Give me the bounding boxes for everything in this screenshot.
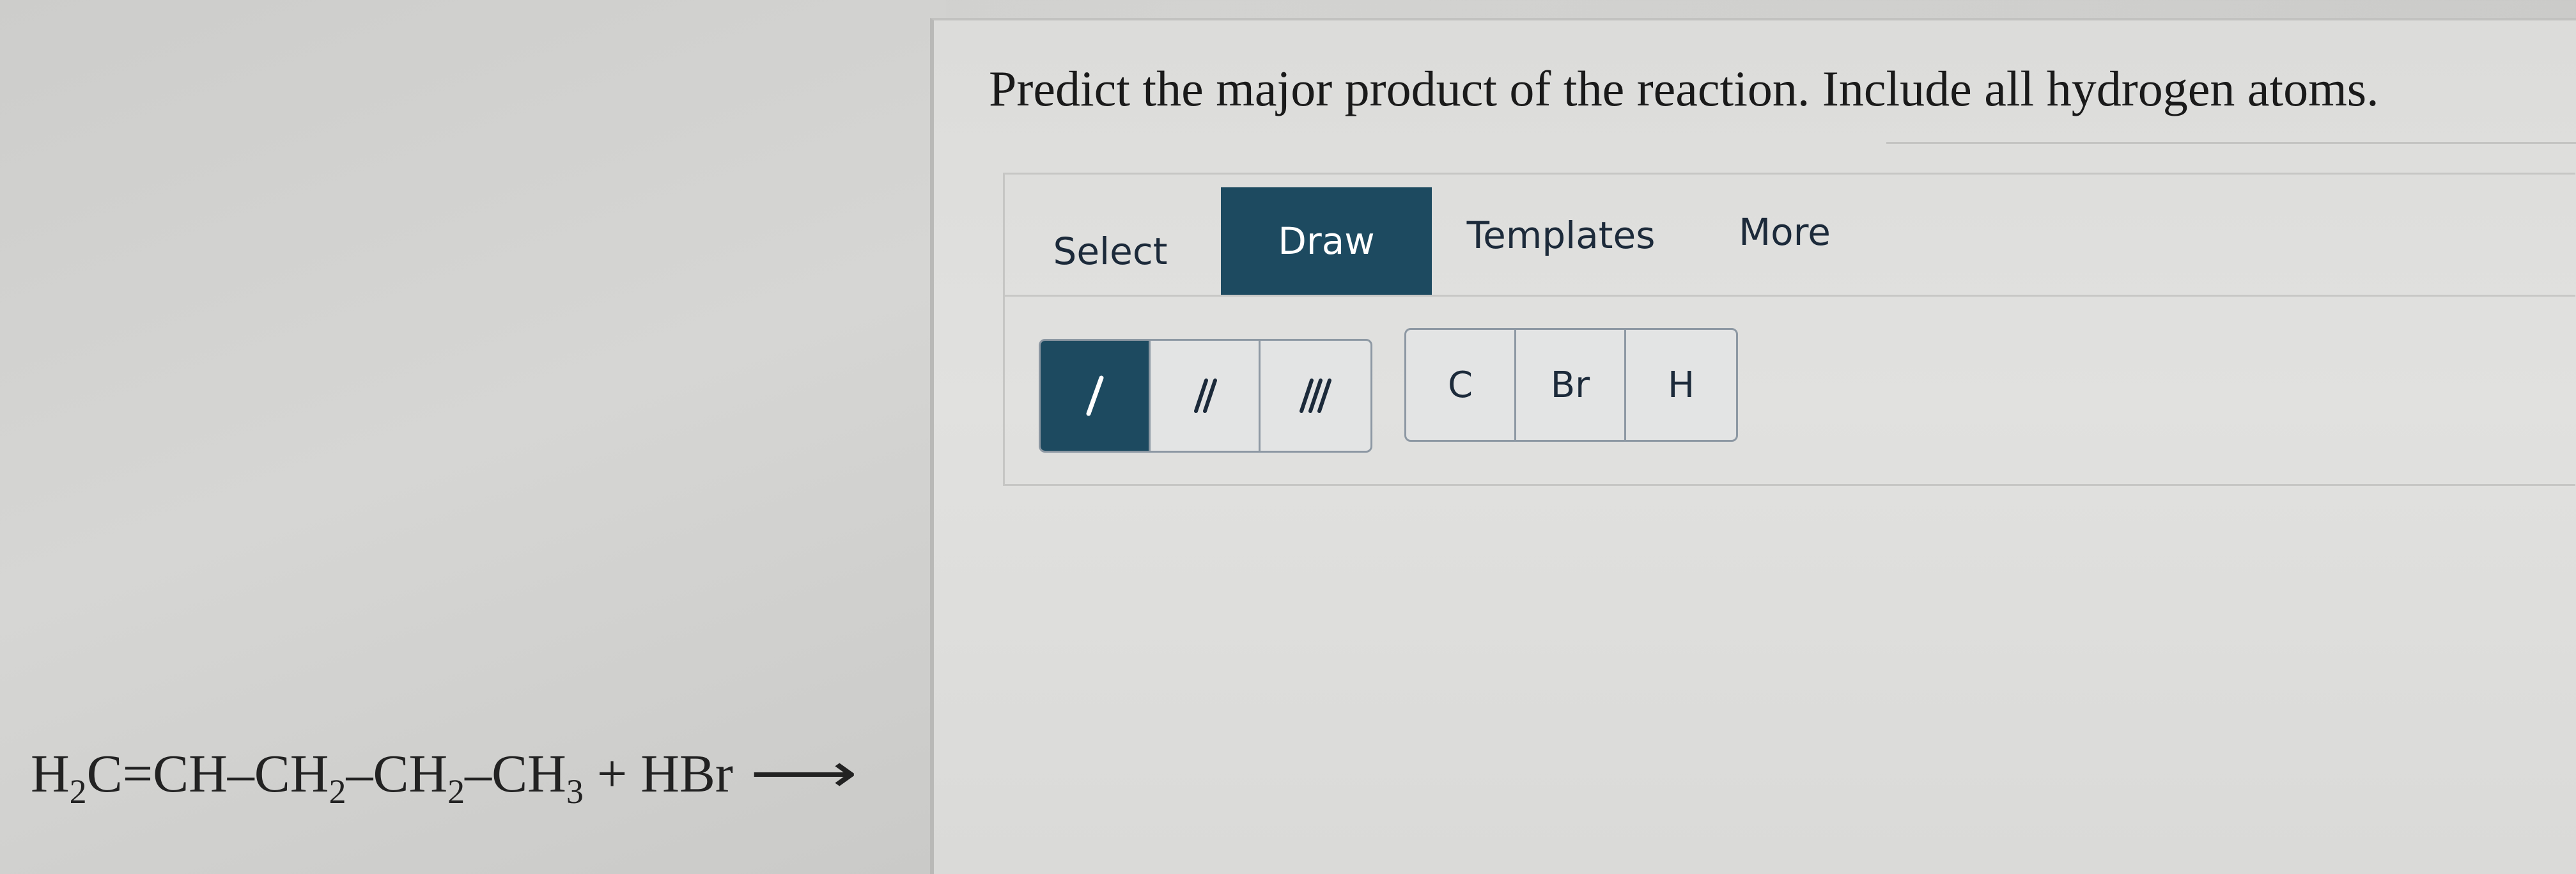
atom-tool-group: C Br H [1404, 328, 1738, 442]
bond-tool-group [1039, 339, 1372, 453]
eq-part-2: –CH [346, 744, 448, 804]
eq-part-1: C=CH–CH [86, 744, 329, 804]
reaction-pane: H2C=CH–CH2–CH2–CH3 + HBr ⟶ [0, 0, 946, 874]
molecule-editor: Select Draw Templates More C Br H [1003, 173, 2575, 486]
eq-part-3: –CH [465, 744, 566, 804]
double-bond-icon [1193, 378, 1217, 413]
tab-draw[interactable]: Draw [1221, 187, 1432, 295]
question-prompt: Predict the major product of the reactio… [989, 61, 2379, 116]
atom-carbon-button[interactable]: C [1406, 330, 1516, 440]
eq-part-4: + HBr [583, 744, 733, 804]
atom-bromine-button[interactable]: Br [1516, 330, 1626, 440]
eq-sub-2a: 2 [69, 772, 87, 811]
eq-sub-2b: 2 [329, 772, 346, 811]
tab-templates[interactable]: Templates [1446, 194, 1676, 277]
eq-sub-3: 3 [566, 772, 584, 811]
reaction-equation: H2C=CH–CH2–CH2–CH3 + HBr ⟶ [31, 742, 857, 809]
atom-hydrogen-button[interactable]: H [1626, 330, 1736, 440]
question-divider [1886, 142, 2576, 144]
single-bond-icon [1086, 375, 1103, 416]
eq-sub-2c: 2 [447, 772, 465, 811]
triple-bond-icon [1300, 378, 1331, 413]
reaction-arrow-icon: ⟶ [749, 744, 858, 804]
single-bond-button[interactable] [1041, 341, 1151, 451]
question-panel: Predict the major product of the reactio… [930, 18, 2576, 874]
triple-bond-button[interactable] [1261, 341, 1370, 451]
toolbar-divider [1005, 295, 2575, 297]
double-bond-button[interactable] [1151, 341, 1261, 451]
eq-h: H [31, 744, 70, 804]
tab-more[interactable]: More [1714, 194, 1855, 270]
tab-select[interactable]: Select [1024, 213, 1197, 290]
